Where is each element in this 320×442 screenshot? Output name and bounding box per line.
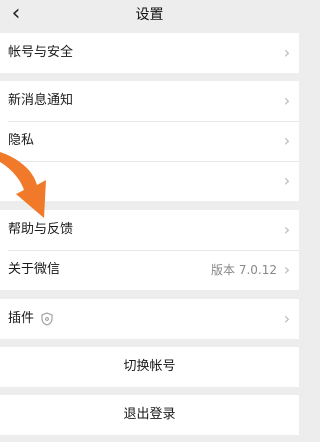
chevron-right-icon: › bbox=[283, 43, 291, 62]
shield-icon bbox=[41, 312, 53, 326]
orange-arrow-icon bbox=[0, 152, 46, 218]
row-label: 新消息通知 bbox=[8, 93, 74, 108]
settings-group-account: 帐号与安全 › bbox=[0, 33, 299, 73]
chevron-right-icon: › bbox=[283, 309, 291, 328]
chevron-right-icon: › bbox=[283, 220, 291, 239]
switch-account-label: 切换帐号 bbox=[123, 359, 176, 374]
logout-label: 退出登录 bbox=[123, 407, 176, 422]
logout-group: 退出登录 bbox=[0, 395, 299, 435]
switch-account-group: 切换帐号 bbox=[0, 347, 299, 387]
chevron-right-icon: › bbox=[283, 260, 291, 279]
logout-button[interactable]: 退出登录 bbox=[0, 395, 299, 435]
chevron-right-icon: › bbox=[283, 91, 291, 110]
settings-group-plugins: 插件 › bbox=[0, 299, 299, 339]
navigation-bar: ‹ 设置 bbox=[0, 0, 299, 32]
row-label: 帮助与反馈 bbox=[8, 222, 74, 237]
new-message-notification-row[interactable]: 新消息通知 › bbox=[0, 81, 299, 121]
chevron-right-icon: › bbox=[283, 171, 291, 190]
settings-group-help: 帮助与反馈 › 关于微信 版本 7.0.12 › bbox=[0, 210, 299, 290]
version-value: 版本 7.0.12 bbox=[211, 263, 277, 277]
row-label: 关于微信 bbox=[8, 262, 61, 277]
chevron-right-icon: › bbox=[283, 131, 291, 150]
page-title: 设置 bbox=[135, 7, 164, 23]
row-label: 插件 bbox=[8, 311, 35, 326]
plugins-row[interactable]: 插件 › bbox=[0, 299, 299, 339]
row-label: 隐私 bbox=[8, 133, 35, 148]
switch-account-button[interactable]: 切换帐号 bbox=[0, 347, 299, 387]
row-label: 帐号与安全 bbox=[8, 45, 74, 60]
account-security-row[interactable]: 帐号与安全 › bbox=[0, 33, 299, 73]
about-wechat-row[interactable]: 关于微信 版本 7.0.12 › bbox=[0, 250, 299, 290]
